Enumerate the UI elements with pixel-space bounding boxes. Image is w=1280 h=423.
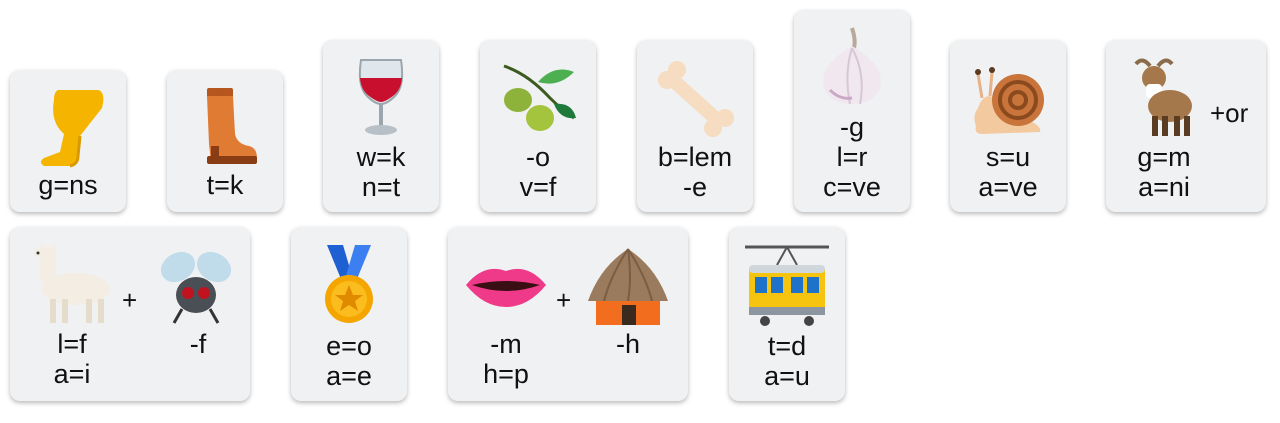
card-goat: +or g=m a=ni [1106,40,1266,212]
plus-operator: + [556,285,572,315]
mouth-icon [466,268,546,307]
leg-icon [41,90,104,168]
clue-text: l=f a=i [53,329,91,389]
clue-text: -g l=r c=ve [823,112,881,202]
card-bone: b=lem -e [637,40,753,212]
card-tram: t=d a=u [729,227,845,401]
tram-icon [745,245,829,326]
clue-text: s=u a=ve [978,142,1038,202]
snail-icon [974,67,1044,134]
hut-icon [588,248,668,325]
card-snail: s=u a=ve [950,40,1066,212]
card-llama-fly: + l=f a=i -f [10,227,250,401]
plus-operator: + [122,285,138,315]
clue-text: g=m a=ni [1137,142,1191,202]
clue-text: w=k n=t [356,142,406,202]
clue-text: -o v=f [519,142,557,202]
card-olive: -o v=f [480,40,596,212]
card-boot: t=k [167,70,283,212]
boot-icon [207,88,257,164]
card-medal: e=o a=e [291,227,407,401]
clue-text: -h [615,329,640,359]
llama-icon [34,243,110,323]
olive-icon [503,64,576,131]
card-mouth-hut: + -m h=p -h [448,227,688,401]
clue-text: b=lem -e [657,142,733,202]
wine-glass-icon [358,59,404,135]
clue-text: t=k [206,170,244,200]
bone-icon [658,61,734,137]
card-leg: g=ns [10,70,126,212]
clue-text: e=o a=e [326,331,372,391]
medal-icon [325,245,373,323]
clue-text: g=ns [38,170,98,200]
garlic-icon [823,27,881,105]
card-garlic: -g l=r c=ve [794,10,910,212]
clue-text: -f [189,329,207,359]
goat-icon [1134,58,1192,136]
extra-suffix: +or [1210,98,1249,128]
card-wine-glass: w=k n=t [323,40,439,212]
clue-text: -m h=p [483,329,529,389]
fly-icon [160,251,232,324]
clue-text: t=d a=u [764,331,810,391]
